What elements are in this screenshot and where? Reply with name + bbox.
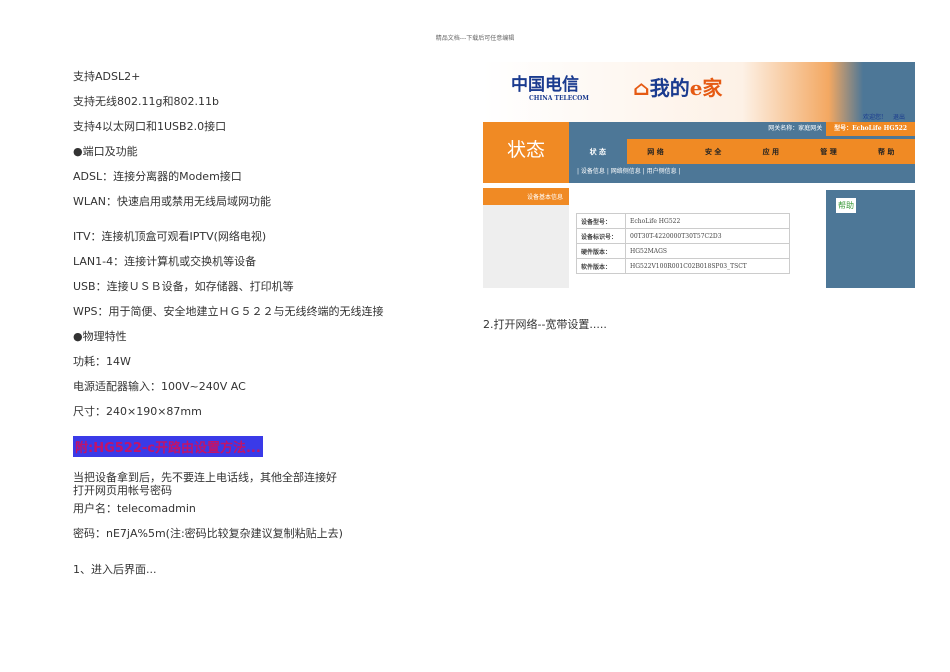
model-label: 型号：EchoLife HG522 — [826, 122, 915, 136]
cell-value: HG522V100R001C02B018SP03_TSCT — [625, 258, 790, 274]
page-header: 精品文档---下载后可任意编辑 — [435, 35, 515, 42]
cell-value: 00T30T-4220000T30T57C2D3 — [625, 228, 790, 244]
right-caption: 2.打开网络--宽带设置..... — [483, 318, 607, 331]
instruction-line: 打开网页用帐号密码 — [73, 484, 172, 497]
feature-line: WPS：用于简便、安全地建立ＨＧ５２２与无线终端的无线连接 — [73, 305, 384, 318]
logout-link[interactable]: 退出 — [893, 114, 905, 121]
feature-line: LAN1-4：连接计算机或交换机等设备 — [73, 255, 257, 268]
table-row: 设备标识号： 00T30T-4220000T30T57C2D3 — [576, 228, 790, 244]
tab-0[interactable]: 状 态 — [569, 139, 627, 164]
gateway-info: 网关名称：家庭网关 型号：EchoLife HG522 — [768, 122, 915, 136]
device-info-table: 设备型号： EchoLife HG522 设备标识号： 00T30T-4220000T… — [576, 213, 790, 274]
gateway-name: 网关名称：家庭网关 — [768, 125, 823, 132]
cell-label: 软件版本： — [576, 258, 626, 274]
my-ehome-logo: ⌂我的e家 — [633, 72, 722, 101]
tab-2[interactable]: 安 全 — [684, 139, 743, 164]
china-telecom-logo: 中国电信 CHINA TELECOM — [511, 70, 589, 102]
welcome-text: 欢迎您! — [863, 114, 884, 121]
cell-value: EchoLife HG522 — [625, 213, 790, 229]
tabs: 状 态网 络安 全应 用管 理帮 助 — [569, 139, 915, 164]
feature-line: USB：连接ＵＳＢ设备，如存储器、打印机等 — [73, 280, 294, 293]
nav-bar: 网关名称：家庭网关 型号：EchoLife HG522 状 态网 络安 全应 用… — [569, 122, 915, 183]
help-panel: 帮助 — [826, 190, 915, 288]
router-screenshot: 中国电信 CHINA TELECOM ⌂我的e家 欢迎您! 退出 状态 网关名称：… — [483, 62, 915, 288]
feature-line: WLAN：快速启用或禁用无线局域网功能 — [73, 195, 272, 208]
section-heading: 附:HG522-c开路由设置方法... — [73, 436, 263, 457]
table-row: 硬件版本： HG52MAGS — [576, 243, 790, 259]
feature-line: ADSL：连接分离器的Modem接口 — [73, 170, 242, 183]
table-row: 软件版本： HG522V100R001C02B018SP03_TSCT — [576, 258, 790, 274]
help-label: 帮助 — [836, 198, 856, 213]
tab-5[interactable]: 帮 助 — [857, 139, 915, 164]
feature-line: ITV：连接机顶盒可观看IPTV(网络电视) — [73, 230, 267, 243]
logo-text: 中国电信 — [511, 75, 579, 95]
cell-label: 设备标识号： — [576, 228, 626, 244]
tab-1[interactable]: 网 络 — [626, 139, 685, 164]
welcome-bar: 欢迎您! 退出 — [863, 112, 905, 121]
feature-line: 支持ADSL2+ — [73, 70, 141, 83]
table-row: 设备型号： EchoLife HG522 — [576, 213, 790, 229]
feature-line: 尺寸：240×190×87mm — [73, 405, 202, 418]
feature-line: ●端口及功能 — [73, 145, 138, 158]
tab-3[interactable]: 应 用 — [742, 139, 800, 164]
instruction-line: 用户名：telecomadmin — [73, 502, 196, 515]
feature-line: 功耗：14W — [73, 355, 131, 368]
logo-home-text: 我的 — [649, 76, 690, 100]
section-title: 状态 — [483, 122, 569, 183]
feature-line: 电源适配器输入：100V~240V AC — [73, 380, 246, 393]
house-icon: ⌂ — [633, 76, 650, 100]
cell-value: HG52MAGS — [625, 243, 790, 259]
sidebar-item-basic-info[interactable]: 设备基本信息 — [483, 188, 569, 205]
subnav[interactable]: | 设备信息 | 网络侧信息 | 用户侧信息 | — [577, 166, 681, 175]
feature-line: 支持4以太网口和1USB2.0接口 — [73, 120, 227, 133]
feature-line: 支持无线802.11g和802.11b — [73, 95, 219, 108]
cell-label: 设备型号： — [576, 213, 626, 229]
tab-4[interactable]: 管 理 — [799, 139, 858, 164]
logo-text-en: CHINA TELECOM — [529, 95, 589, 102]
sidebar: 设备基本信息 — [483, 188, 569, 288]
logo-home-e: e家 — [689, 76, 723, 100]
feature-line: ●物理特性 — [73, 330, 127, 343]
cell-label: 硬件版本： — [576, 243, 626, 259]
instruction-line: 密码：nE7jA%5m(注:密码比较复杂建议复制粘贴上去) — [73, 527, 343, 540]
instruction-line: 1、进入后界面... — [73, 563, 157, 576]
